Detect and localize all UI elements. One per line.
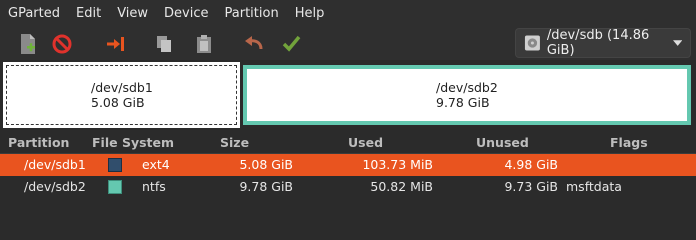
- filesystem-color-swatch: [108, 158, 122, 172]
- paste-button[interactable]: [190, 30, 218, 58]
- partition-block-sdb1[interactable]: /dev/sdb1 5.08 GiB: [3, 62, 240, 128]
- column-header-filesystem[interactable]: File System: [92, 133, 174, 153]
- menu-gparted[interactable]: GParted: [0, 0, 68, 28]
- cell-size: 9.78 GiB: [239, 179, 293, 194]
- menu-partition[interactable]: Partition: [217, 0, 287, 28]
- partition-block-size: 9.78 GiB: [436, 95, 490, 110]
- menu-edit[interactable]: Edit: [68, 0, 109, 28]
- cell-partition: /dev/sdb2: [24, 179, 86, 194]
- table-row[interactable]: /dev/sdb2 ntfs 9.78 GiB 50.82 MiB 9.73 G…: [0, 176, 696, 198]
- filesystem-color-swatch: [108, 180, 122, 194]
- partition-table-header: Partition File System Size Used Unused F…: [0, 133, 696, 154]
- menu-bar: GParted Edit View Device Partition Help: [0, 0, 696, 28]
- menu-view[interactable]: View: [109, 0, 156, 28]
- device-selector[interactable]: /dev/sdb (14.86 GiB): [515, 28, 691, 58]
- partition-block-name: /dev/sdb1: [91, 80, 153, 95]
- resize-move-button[interactable]: [102, 30, 130, 58]
- cell-used: 103.73 MiB: [362, 157, 433, 172]
- copy-icon: [157, 36, 171, 52]
- column-header-partition[interactable]: Partition: [8, 133, 69, 153]
- column-header-size[interactable]: Size: [220, 133, 249, 153]
- cell-used: 50.82 MiB: [370, 179, 433, 194]
- partition-block-name: /dev/sdb2: [436, 80, 498, 95]
- delete-partition-button[interactable]: [48, 30, 76, 58]
- cell-unused: 9.73 GiB: [504, 179, 558, 194]
- resize-move-icon: [107, 37, 124, 51]
- column-header-used[interactable]: Used: [348, 133, 383, 153]
- undo-button[interactable]: [240, 30, 268, 58]
- device-selector-label: /dev/sdb (14.86 GiB): [546, 28, 650, 58]
- cell-partition: /dev/sdb1: [24, 157, 86, 172]
- menu-device[interactable]: Device: [156, 0, 216, 28]
- disk-icon: [524, 35, 540, 51]
- chevron-down-icon: [672, 40, 682, 46]
- apply-check-icon: [282, 35, 301, 52]
- new-partition-button[interactable]: [14, 30, 42, 58]
- cell-filesystem: ntfs: [142, 179, 166, 194]
- menu-help[interactable]: Help: [287, 0, 333, 28]
- table-row[interactable]: /dev/sdb1 ext4 5.08 GiB 103.73 MiB 4.98 …: [0, 154, 696, 176]
- paste-icon: [197, 35, 211, 53]
- copy-button[interactable]: [150, 30, 178, 58]
- cell-flags: msftdata: [566, 179, 622, 194]
- new-document-icon: [21, 34, 35, 54]
- delete-icon: [52, 34, 72, 54]
- undo-icon: [245, 36, 263, 50]
- partition-graph: /dev/sdb1 5.08 GiB /dev/sdb2 9.78 GiB: [0, 62, 696, 128]
- partition-block-size: 5.08 GiB: [91, 95, 145, 110]
- partition-block-sdb2[interactable]: /dev/sdb2 9.78 GiB: [243, 65, 691, 125]
- cell-unused: 4.98 GiB: [504, 157, 558, 172]
- column-header-unused[interactable]: Unused: [476, 133, 529, 153]
- column-header-flags[interactable]: Flags: [610, 133, 648, 153]
- cell-filesystem: ext4: [142, 157, 170, 172]
- cell-size: 5.08 GiB: [239, 157, 293, 172]
- apply-button[interactable]: [278, 30, 306, 58]
